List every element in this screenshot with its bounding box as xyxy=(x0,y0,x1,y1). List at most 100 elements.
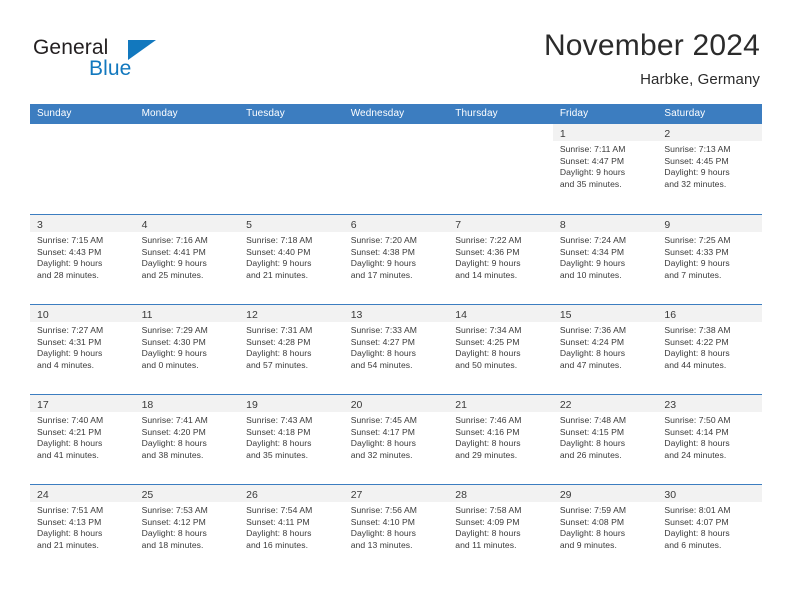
sunrise-line: Sunrise: 7:31 AM xyxy=(246,325,313,335)
daylight-line-2: and 41 minutes. xyxy=(37,449,99,460)
day-cell-28[interactable]: 28 Sunrise: 7:58 AM Sunset: 4:09 PM Dayligh… xyxy=(448,485,553,574)
daylight-line-1: Daylight: 8 hours xyxy=(246,438,312,449)
sunset-line: Sunset: 4:08 PM xyxy=(559,516,625,527)
sunset-line: Sunset: 4:40 PM xyxy=(246,246,311,257)
sunset-line: Sunset: 4:10 PM xyxy=(350,516,415,527)
day-cell-23[interactable]: 23 Sunrise: 7:50 AM Sunset: 4:14 PM Dayligh… xyxy=(657,395,762,484)
sunset-line: Sunset: 4:18 PM xyxy=(246,426,311,437)
daylight-line-2: and 4 minutes. xyxy=(37,359,95,370)
daylight-line-1: Daylight: 8 hours xyxy=(37,438,103,449)
day-cell-empty xyxy=(134,124,240,214)
day-details: Sunrise: 7:45 AM Sunset: 4:17 PM Daylight:… xyxy=(344,412,449,461)
sunset-line: Sunset: 4:25 PM xyxy=(455,336,520,347)
day-number-strip: 12 xyxy=(239,305,344,322)
day-number: 22 xyxy=(559,399,572,411)
day-cell-6[interactable]: 6 Sunrise: 7:20 AM Sunset: 4:38 PM Daylight… xyxy=(343,215,449,304)
day-cell-18[interactable]: 18 Sunrise: 7:41 AM Sunset: 4:20 PM Dayligh… xyxy=(134,395,240,484)
day-number-strip: 28 xyxy=(448,485,553,502)
day-cell-17[interactable]: 17 Sunrise: 7:40 AM Sunset: 4:21 PM Dayligh… xyxy=(30,395,135,484)
day-cell-2[interactable]: 2 Sunrise: 7:13 AM Sunset: 4:45 PM Daylight… xyxy=(657,124,762,214)
day-cell-5[interactable]: 5 Sunrise: 7:18 AM Sunset: 4:40 PM Daylight… xyxy=(239,215,344,304)
sunset-line: Sunset: 4:11 PM xyxy=(246,516,310,527)
day-number-strip xyxy=(239,124,344,141)
sunset-line: Sunset: 4:14 PM xyxy=(664,426,729,437)
day-cell-24[interactable]: 24 Sunrise: 7:51 AM Sunset: 4:13 PM Dayligh… xyxy=(30,485,135,574)
sunset-line: Sunset: 4:27 PM xyxy=(350,336,415,347)
sunset-line: Sunset: 4:41 PM xyxy=(141,246,206,257)
day-number: 12 xyxy=(246,309,258,321)
sunrise-line: Sunrise: 7:48 AM xyxy=(559,415,627,425)
day-cell-12[interactable]: 12 Sunrise: 7:31 AM Sunset: 4:28 PM Dayligh… xyxy=(239,305,344,394)
daylight-line-2: and 35 minutes. xyxy=(246,449,309,460)
day-number: 3 xyxy=(37,219,43,231)
daylight-line-2: and 28 minutes. xyxy=(37,269,99,280)
day-number: 25 xyxy=(141,489,154,501)
day-cell-empty xyxy=(30,124,135,214)
day-details: Sunrise: 7:29 AM Sunset: 4:30 PM Daylight:… xyxy=(135,322,240,371)
day-number-strip: 10 xyxy=(30,305,135,322)
day-cell-7[interactable]: 7 Sunrise: 7:22 AM Sunset: 4:36 PM Daylight… xyxy=(448,215,553,304)
daylight-line-2: and 32 minutes. xyxy=(350,449,413,460)
sunrise-line: Sunrise: 7:13 AM xyxy=(664,144,731,154)
day-number-strip xyxy=(135,124,240,141)
day-cell-14[interactable]: 14 Sunrise: 7:34 AM Sunset: 4:25 PM Dayligh… xyxy=(448,305,553,394)
sunset-line: Sunset: 4:38 PM xyxy=(350,246,415,257)
day-cell-29[interactable]: 29 Sunrise: 7:59 AM Sunset: 4:08 PM Dayligh… xyxy=(552,485,658,574)
day-cell-13[interactable]: 13 Sunrise: 7:33 AM Sunset: 4:27 PM Dayligh… xyxy=(343,305,449,394)
sunrise-line: Sunrise: 7:43 AM xyxy=(246,415,313,425)
day-cell-26[interactable]: 26 Sunrise: 7:54 AM Sunset: 4:11 PM Dayligh… xyxy=(239,485,344,574)
sunset-line: Sunset: 4:07 PM xyxy=(664,516,729,527)
daylight-line-1: Daylight: 9 hours xyxy=(141,258,207,269)
day-details: Sunrise: 7:34 AM Sunset: 4:25 PM Daylight:… xyxy=(448,322,553,371)
sunset-line: Sunset: 4:45 PM xyxy=(664,155,729,166)
day-cell-10[interactable]: 10 Sunrise: 7:27 AM Sunset: 4:31 PM Dayligh… xyxy=(30,305,135,394)
sunset-line: Sunset: 4:21 PM xyxy=(37,426,102,437)
day-details: Sunrise: 7:40 AM Sunset: 4:21 PM Daylight:… xyxy=(30,412,135,461)
day-cell-4[interactable]: 4 Sunrise: 7:16 AM Sunset: 4:41 PM Daylight… xyxy=(134,215,240,304)
sunrise-line: Sunrise: 7:20 AM xyxy=(350,235,417,245)
weekday-header-wednesday: Wednesday xyxy=(350,108,405,119)
day-cell-22[interactable]: 22 Sunrise: 7:48 AM Sunset: 4:15 PM Dayligh… xyxy=(552,395,658,484)
day-number-strip: 8 xyxy=(552,215,658,232)
day-number: 1 xyxy=(559,128,566,140)
daylight-line-1: Daylight: 8 hours xyxy=(246,528,312,539)
sunrise-line: Sunrise: 7:25 AM xyxy=(664,235,731,245)
day-cell-9[interactable]: 9 Sunrise: 7:25 AM Sunset: 4:33 PM Daylight… xyxy=(657,215,762,304)
day-number-strip: 5 xyxy=(239,215,344,232)
daylight-line-1: Daylight: 8 hours xyxy=(664,528,730,539)
sunset-line: Sunset: 4:30 PM xyxy=(141,336,206,347)
day-number-strip: 20 xyxy=(343,395,449,412)
sunset-line: Sunset: 4:22 PM xyxy=(664,336,729,347)
sunrise-line: Sunrise: 7:41 AM xyxy=(141,415,208,425)
daylight-line-1: Daylight: 9 hours xyxy=(37,258,103,269)
day-cell-15[interactable]: 15 Sunrise: 7:36 AM Sunset: 4:24 PM Dayligh… xyxy=(552,305,658,394)
day-details: Sunrise: 7:27 AM Sunset: 4:31 PM Daylight:… xyxy=(30,322,135,371)
day-cell-3[interactable]: 3 Sunrise: 7:15 AM Sunset: 4:43 PM Daylight… xyxy=(30,215,135,304)
day-cell-empty xyxy=(239,124,344,214)
day-cell-25[interactable]: 25 Sunrise: 7:53 AM Sunset: 4:12 PM Dayligh… xyxy=(134,485,240,574)
daylight-line-1: Daylight: 8 hours xyxy=(664,438,730,449)
sunrise-line: Sunrise: 7:29 AM xyxy=(141,325,208,335)
sunset-line: Sunset: 4:31 PM xyxy=(37,336,102,347)
day-cell-30[interactable]: 30 Sunrise: 8:01 AM Sunset: 4:07 PM Dayligh… xyxy=(657,485,762,574)
day-cell-8[interactable]: 8 Sunrise: 7:24 AM Sunset: 4:34 PM Daylight… xyxy=(552,215,658,304)
day-number-strip: 25 xyxy=(134,485,240,502)
day-cell-16[interactable]: 16 Sunrise: 7:38 AM Sunset: 4:22 PM Dayligh… xyxy=(657,305,762,394)
general-blue-logo[interactable]: General Blue xyxy=(33,36,213,84)
day-details: Sunrise: 7:58 AM Sunset: 4:09 PM Daylight:… xyxy=(448,502,553,551)
day-cell-19[interactable]: 19 Sunrise: 7:43 AM Sunset: 4:18 PM Dayligh… xyxy=(239,395,344,484)
day-number-strip: 13 xyxy=(343,305,449,322)
sunrise-line: Sunrise: 7:22 AM xyxy=(455,235,522,245)
daylight-line-1: Daylight: 8 hours xyxy=(350,528,417,539)
day-number: 23 xyxy=(664,399,677,411)
day-cell-20[interactable]: 20 Sunrise: 7:45 AM Sunset: 4:17 PM Dayligh… xyxy=(343,395,449,484)
day-number-strip xyxy=(30,124,135,141)
day-number: 9 xyxy=(664,219,671,231)
day-cell-27[interactable]: 27 Sunrise: 7:56 AM Sunset: 4:10 PM Dayligh… xyxy=(343,485,449,574)
day-cell-11[interactable]: 11 Sunrise: 7:29 AM Sunset: 4:30 PM Dayligh… xyxy=(134,305,240,394)
day-cell-1[interactable]: 1 Sunrise: 7:11 AM Sunset: 4:47 PM Daylight… xyxy=(552,124,658,214)
day-number: 10 xyxy=(37,309,49,321)
sunrise-line: Sunrise: 7:36 AM xyxy=(559,325,627,335)
day-number-strip: 17 xyxy=(30,395,135,412)
day-cell-21[interactable]: 21 Sunrise: 7:46 AM Sunset: 4:16 PM Dayligh… xyxy=(448,395,553,484)
